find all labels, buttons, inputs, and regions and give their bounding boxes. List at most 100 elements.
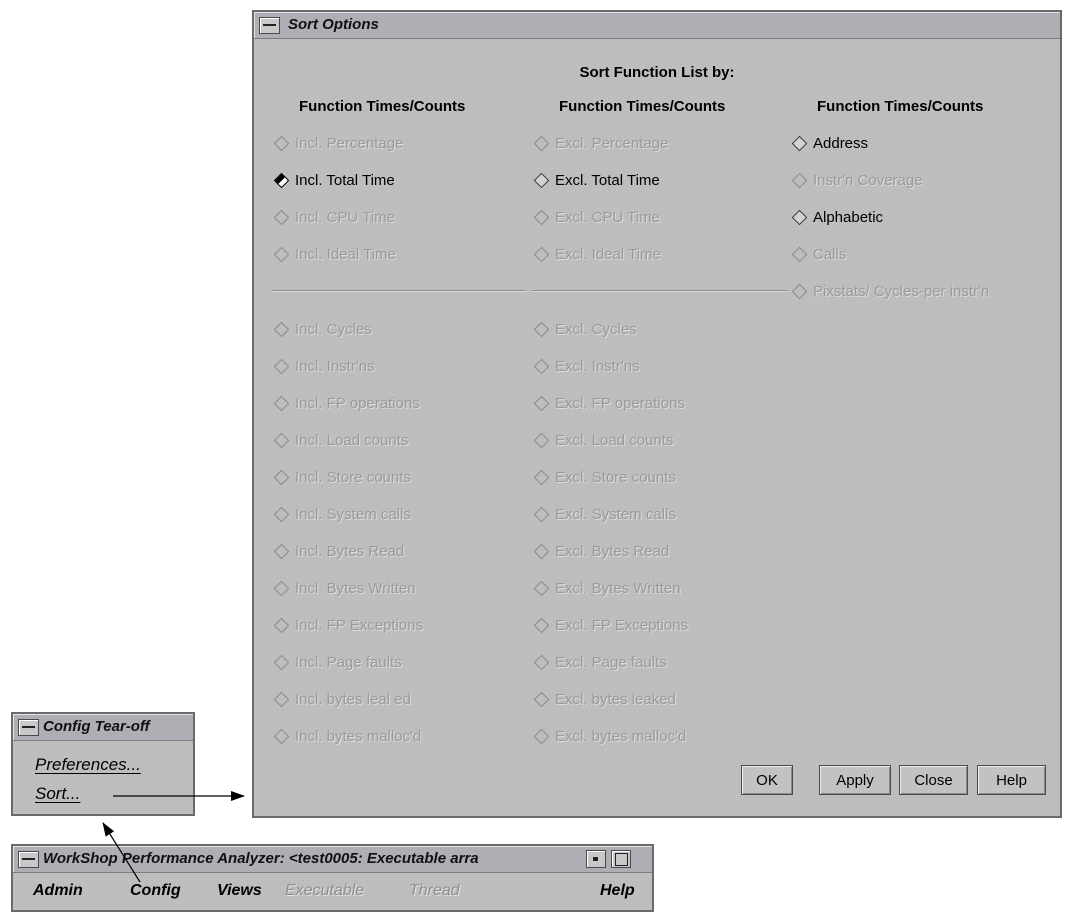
close-button[interactable]: Close xyxy=(899,765,968,795)
menu-item-sort[interactable]: Sort... xyxy=(35,784,80,804)
radio-diamond-icon xyxy=(273,506,290,522)
radio-diamond-icon xyxy=(273,395,290,411)
radio-excl-bytes-written[interactable]: Excl. Bytes Written xyxy=(532,577,681,599)
radio-excl-total-time[interactable]: Excl. Total Time xyxy=(532,169,660,191)
menu-admin[interactable]: Admin xyxy=(33,882,83,900)
radio-label: Excl. Store counts xyxy=(555,468,676,486)
radio-diamond-icon xyxy=(273,432,290,448)
radio-incl-bytes-read[interactable]: Incl. Bytes Read xyxy=(272,540,404,562)
radio-excl-store-counts[interactable]: Excl. Store counts xyxy=(532,466,676,488)
radio-excl-fp-exceptions[interactable]: Excl. FP Exceptions xyxy=(532,614,688,636)
radio-incl-load-counts[interactable]: Incl. Load counts xyxy=(272,429,408,451)
radio-address[interactable]: Address xyxy=(790,132,868,154)
radio-incl-store-counts[interactable]: Incl. Store counts xyxy=(272,466,411,488)
radio-label: Incl. Bytes Read xyxy=(295,542,405,560)
performance-analyzer-window: WorkShop Performance Analyzer: <test0005… xyxy=(11,844,654,912)
radio-label: Incl. FP operations xyxy=(295,394,420,412)
radio-calls[interactable]: Calls xyxy=(790,243,846,265)
maximize-icon[interactable] xyxy=(611,850,631,868)
radio-label: Excl. Percentage xyxy=(555,134,669,152)
radio-label: Incl. FP Exceptions xyxy=(295,616,424,634)
radio-label: Address xyxy=(813,134,869,152)
radio-diamond-icon xyxy=(533,172,550,188)
radio-incl-percentage[interactable]: Incl. Percentage xyxy=(272,132,403,154)
menu-help[interactable]: Help xyxy=(600,882,635,900)
radio-incl-bytes-leal-ed[interactable]: Incl. bytes leal ed xyxy=(272,688,411,710)
window-title: Config Tear-off xyxy=(43,718,150,735)
radio-label: Incl. Ideal Time xyxy=(295,245,396,263)
config-tearoff-window: Config Tear-off Preferences... Sort... xyxy=(11,712,195,816)
radio-label: Incl. System calls xyxy=(295,505,411,523)
radio-diamond-icon xyxy=(791,172,808,188)
column-heading-other: Function Times/Counts xyxy=(817,98,984,115)
radio-label: Excl. Total Time xyxy=(555,171,660,189)
radio-incl-instr-ns[interactable]: Incl. Instr'ns xyxy=(272,355,375,377)
menu-thread[interactable]: Thread xyxy=(409,882,460,900)
radio-label: Excl. System calls xyxy=(555,505,676,523)
radio-incl-bytes-malloc-d[interactable]: Incl. bytes malloc'd xyxy=(272,725,421,747)
radio-diamond-icon xyxy=(273,580,290,596)
radio-instr-n-coverage[interactable]: Instr'n Coverage xyxy=(790,169,923,191)
ok-button[interactable]: OK xyxy=(741,765,793,795)
radio-label: Excl. Cycles xyxy=(555,320,637,338)
radio-label: Excl. bytes leaked xyxy=(555,690,676,708)
radio-label: Alphabetic xyxy=(813,208,884,226)
radio-diamond-icon xyxy=(273,469,290,485)
radio-excl-load-counts[interactable]: Excl. Load counts xyxy=(532,429,673,451)
radio-excl-fp-operations[interactable]: Excl. FP operations xyxy=(532,392,685,414)
radio-label: Pixstats/ Cycles-per instr'n xyxy=(813,282,990,300)
radio-diamond-icon xyxy=(273,135,290,151)
radio-excl-bytes-leaked[interactable]: Excl. bytes leaked xyxy=(532,688,676,710)
menu-views[interactable]: Views xyxy=(217,882,262,900)
radio-excl-ideal-time[interactable]: Excl. Ideal Time xyxy=(532,243,661,265)
radio-label: Incl. Instr'ns xyxy=(295,357,375,375)
window-menu-icon[interactable] xyxy=(259,17,280,34)
radio-excl-system-calls[interactable]: Excl. System calls xyxy=(532,503,676,525)
config-tearoff-titlebar[interactable]: Config Tear-off xyxy=(13,714,193,741)
radio-incl-ideal-time[interactable]: Incl. Ideal Time xyxy=(272,243,396,265)
radio-label: Excl. Load counts xyxy=(555,431,674,449)
help-button[interactable]: Help xyxy=(977,765,1046,795)
radio-diamond-icon xyxy=(273,321,290,337)
radio-incl-cycles[interactable]: Incl. Cycles xyxy=(272,318,372,340)
apply-button[interactable]: Apply xyxy=(819,765,891,795)
radio-excl-cpu-time[interactable]: Excl. CPU Time xyxy=(532,206,660,228)
radio-excl-cycles[interactable]: Excl. Cycles xyxy=(532,318,637,340)
radio-diamond-icon xyxy=(273,691,290,707)
radio-incl-fp-operations[interactable]: Incl. FP operations xyxy=(272,392,420,414)
radio-label: Incl. Store counts xyxy=(295,468,411,486)
radio-incl-bytes-written[interactable]: Incl. Bytes Written xyxy=(272,577,416,599)
radio-diamond-icon xyxy=(273,654,290,670)
menu-executable[interactable]: Executable xyxy=(285,882,364,900)
radio-pixstats-cycles-per-instr-n[interactable]: Pixstats/ Cycles-per instr'n xyxy=(790,280,989,302)
radio-alphabetic[interactable]: Alphabetic xyxy=(790,206,883,228)
radio-diamond-icon xyxy=(533,469,550,485)
radio-label: Incl. Percentage xyxy=(295,134,404,152)
radio-diamond-icon xyxy=(273,728,290,744)
radio-diamond-icon xyxy=(791,209,808,225)
radio-incl-fp-exceptions[interactable]: Incl. FP Exceptions xyxy=(272,614,423,636)
radio-excl-page-faults[interactable]: Excl. Page faults xyxy=(532,651,667,673)
window-menu-icon[interactable] xyxy=(18,851,39,868)
radio-label: Excl. Page faults xyxy=(555,653,667,671)
radio-incl-system-calls[interactable]: Incl. System calls xyxy=(272,503,411,525)
radio-incl-cpu-time[interactable]: Incl. CPU Time xyxy=(272,206,395,228)
menu-item-preferences[interactable]: Preferences... xyxy=(35,755,141,775)
radio-excl-percentage[interactable]: Excl. Percentage xyxy=(532,132,668,154)
minimize-icon[interactable] xyxy=(586,850,606,868)
radio-incl-page-faults[interactable]: Incl. Page faults xyxy=(272,651,402,673)
radio-label: Incl. Load counts xyxy=(295,431,409,449)
radio-diamond-icon xyxy=(791,135,808,151)
window-menu-icon[interactable] xyxy=(18,719,39,736)
radio-diamond-icon xyxy=(533,654,550,670)
radio-excl-bytes-malloc-d[interactable]: Excl. bytes malloc'd xyxy=(532,725,686,747)
radio-incl-total-time[interactable]: Incl. Total Time xyxy=(272,169,395,191)
radio-label: Calls xyxy=(813,245,847,263)
sort-options-titlebar[interactable]: Sort Options xyxy=(254,12,1060,39)
radio-excl-instr-ns[interactable]: Excl. Instr'ns xyxy=(532,355,640,377)
menu-config[interactable]: Config xyxy=(130,882,181,900)
separator-excl xyxy=(532,290,788,292)
analyzer-titlebar[interactable]: WorkShop Performance Analyzer: <test0005… xyxy=(13,846,652,873)
radio-label: Excl. CPU Time xyxy=(555,208,661,226)
radio-excl-bytes-read[interactable]: Excl. Bytes Read xyxy=(532,540,669,562)
